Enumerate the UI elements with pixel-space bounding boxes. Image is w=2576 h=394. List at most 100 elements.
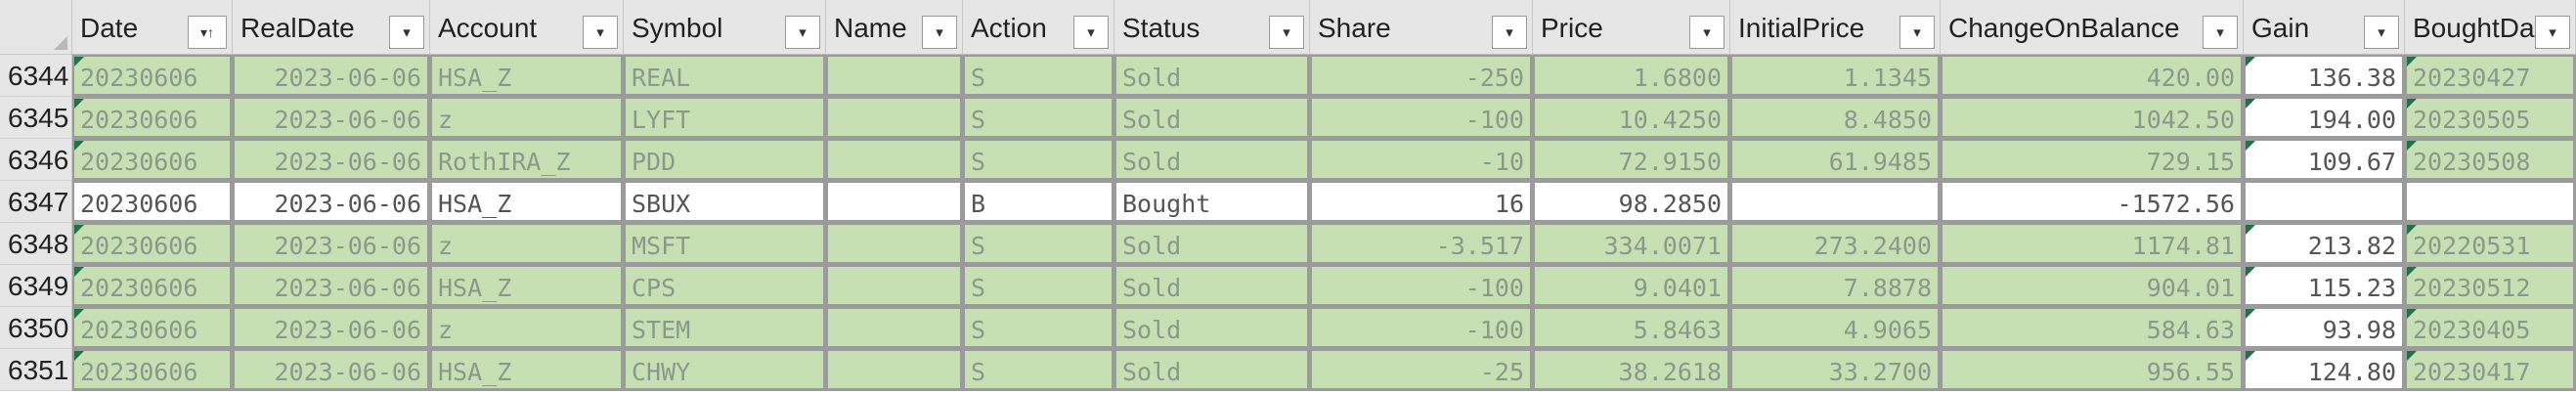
cell-price[interactable]: 9.0401 [1533,265,1730,307]
cell-initialprice[interactable] [1730,181,1941,223]
cell-action[interactable]: S [963,55,1114,97]
column-header-realdate[interactable]: RealDate ▾ [233,0,430,55]
cell-initialprice[interactable]: 61.9485 [1730,139,1941,181]
sort-filter-dropdown-icon[interactable]: ▾↑ [188,16,227,49]
column-header-changeonbalance[interactable]: ChangeOnBalance ▾ [1941,0,2244,55]
cell-action[interactable]: S [963,265,1114,307]
cell-share[interactable]: -100 [1310,307,1533,349]
cell-price[interactable]: 334.0071 [1533,223,1730,265]
filter-dropdown-icon[interactable]: ▾ [583,16,618,49]
cell-action[interactable]: S [963,139,1114,181]
cell-share[interactable]: -10 [1310,139,1533,181]
cell-symbol[interactable]: STEM [624,307,826,349]
cell-initialprice[interactable]: 1.1345 [1730,55,1941,97]
cell-date[interactable]: 20230606 [72,349,233,391]
cell-date[interactable]: 20230606 [72,97,233,139]
filter-dropdown-icon[interactable]: ▾ [1899,16,1935,49]
row-number[interactable]: 6348 [0,223,72,265]
column-header-symbol[interactable]: Symbol ▾ [624,0,826,55]
cell-action[interactable]: S [963,97,1114,139]
column-header-status[interactable]: Status ▾ [1114,0,1310,55]
cell-name[interactable] [826,307,963,349]
cell-status[interactable]: Sold [1114,97,1310,139]
cell-changeonbalance[interactable]: 584.63 [1941,307,2244,349]
cell-price[interactable]: 1.6800 [1533,55,1730,97]
cell-account[interactable]: HSA_Z [430,349,624,391]
cell-gain[interactable]: 194.00 [2244,97,2405,139]
cell-account[interactable]: HSA_Z [430,181,624,223]
cell-action[interactable]: S [963,349,1114,391]
column-header-share[interactable]: Share ▾ [1310,0,1533,55]
select-all-corner[interactable] [0,0,72,55]
cell-realdate[interactable]: 2023-06-06 [233,139,430,181]
cell-gain[interactable] [2244,181,2405,223]
cell-realdate[interactable]: 2023-06-06 [233,307,430,349]
column-header-gain[interactable]: Gain ▾ [2244,0,2405,55]
row-number[interactable]: 6344 [0,55,72,97]
cell-realdate[interactable]: 2023-06-06 [233,181,430,223]
cell-account[interactable]: HSA_Z [430,55,624,97]
cell-gain[interactable]: 93.98 [2244,307,2405,349]
column-header-date[interactable]: Date ▾↑ [72,0,233,55]
cell-name[interactable] [826,97,963,139]
cell-changeonbalance[interactable]: 1042.50 [1941,97,2244,139]
cell-initialprice[interactable]: 273.2400 [1730,223,1941,265]
cell-gain[interactable]: 109.67 [2244,139,2405,181]
cell-initialprice[interactable]: 8.4850 [1730,97,1941,139]
cell-boughtdat[interactable]: 20230505 [2405,97,2576,139]
cell-share[interactable]: 16 [1310,181,1533,223]
cell-initialprice[interactable]: 7.8878 [1730,265,1941,307]
cell-boughtdat[interactable]: 20230508 [2405,139,2576,181]
cell-name[interactable] [826,181,963,223]
cell-status[interactable]: Sold [1114,265,1310,307]
column-header-boughtdat[interactable]: BoughtDat ▾ [2405,0,2576,55]
cell-symbol[interactable]: MSFT [624,223,826,265]
cell-date[interactable]: 20230606 [72,307,233,349]
cell-price[interactable]: 10.4250 [1533,97,1730,139]
cell-changeonbalance[interactable]: 729.15 [1941,139,2244,181]
cell-changeonbalance[interactable]: 1174.81 [1941,223,2244,265]
cell-changeonbalance[interactable]: -1572.56 [1941,181,2244,223]
row-number[interactable]: 6345 [0,97,72,139]
cell-status[interactable]: Sold [1114,349,1310,391]
column-header-name[interactable]: Name ▾ [826,0,963,55]
cell-symbol[interactable]: PDD [624,139,826,181]
cell-gain[interactable]: 124.80 [2244,349,2405,391]
cell-realdate[interactable]: 2023-06-06 [233,223,430,265]
cell-account[interactable]: HSA_Z [430,265,624,307]
filter-dropdown-icon[interactable]: ▾ [2535,16,2570,49]
cell-name[interactable] [826,265,963,307]
cell-share[interactable]: -250 [1310,55,1533,97]
cell-boughtdat[interactable]: 20220531 [2405,223,2576,265]
cell-price[interactable]: 98.2850 [1533,181,1730,223]
cell-status[interactable]: Sold [1114,139,1310,181]
cell-price[interactable]: 38.2618 [1533,349,1730,391]
filter-dropdown-icon[interactable]: ▾ [1073,16,1109,49]
cell-boughtdat[interactable]: 20230427 [2405,55,2576,97]
cell-changeonbalance[interactable]: 420.00 [1941,55,2244,97]
cell-share[interactable]: -100 [1310,265,1533,307]
column-header-action[interactable]: Action ▾ [963,0,1114,55]
cell-realdate[interactable]: 2023-06-06 [233,97,430,139]
cell-price[interactable]: 5.8463 [1533,307,1730,349]
cell-date[interactable]: 20230606 [72,181,233,223]
filter-dropdown-icon[interactable]: ▾ [2203,16,2238,49]
cell-realdate[interactable]: 2023-06-06 [233,265,430,307]
cell-account[interactable]: RothIRA_Z [430,139,624,181]
cell-name[interactable] [826,139,963,181]
row-number[interactable]: 6350 [0,307,72,349]
column-header-price[interactable]: Price ▾ [1533,0,1730,55]
cell-status[interactable]: Sold [1114,55,1310,97]
cell-gain[interactable]: 115.23 [2244,265,2405,307]
cell-symbol[interactable]: CPS [624,265,826,307]
cell-initialprice[interactable]: 33.2700 [1730,349,1941,391]
cell-share[interactable]: -25 [1310,349,1533,391]
column-header-initialprice[interactable]: InitialPrice ▾ [1730,0,1941,55]
cell-boughtdat[interactable]: 20230417 [2405,349,2576,391]
cell-date[interactable]: 20230606 [72,55,233,97]
cell-account[interactable]: z [430,97,624,139]
cell-status[interactable]: Bought [1114,181,1310,223]
cell-name[interactable] [826,349,963,391]
row-number[interactable]: 6351 [0,349,72,391]
cell-symbol[interactable]: REAL [624,55,826,97]
